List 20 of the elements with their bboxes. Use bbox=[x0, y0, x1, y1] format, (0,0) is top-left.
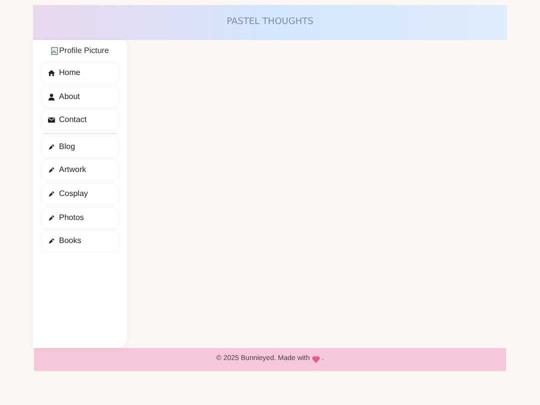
profile-picture-alt-text: Profile Picture bbox=[59, 45, 109, 57]
heart-icon bbox=[312, 356, 320, 363]
pen-icon bbox=[48, 166, 55, 174]
nav-link[interactable]: Contact bbox=[42, 110, 118, 130]
nav-link[interactable]: Artwork bbox=[42, 160, 118, 180]
pen-icon bbox=[48, 190, 55, 198]
nav-link[interactable]: Photos bbox=[42, 208, 118, 228]
home-icon bbox=[48, 69, 55, 77]
broken-image-icon bbox=[51, 47, 58, 55]
nav-link[interactable]: Cosplay bbox=[42, 184, 118, 204]
nav-link[interactable]: Blog bbox=[42, 136, 118, 157]
nav-link[interactable]: Home bbox=[42, 63, 118, 83]
pen-icon bbox=[48, 142, 55, 151]
site-title: PASTEL THOUGHTS bbox=[226, 16, 314, 29]
nav-link[interactable]: Books bbox=[42, 231, 118, 252]
pen-icon bbox=[48, 237, 55, 246]
pen-icon bbox=[48, 214, 55, 222]
user-icon bbox=[48, 92, 55, 101]
nav-link[interactable]: About bbox=[42, 86, 118, 107]
envelope-icon bbox=[48, 116, 55, 124]
